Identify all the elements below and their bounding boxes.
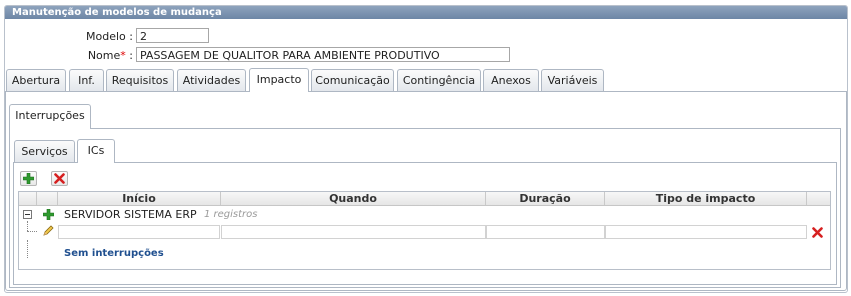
modelo-field[interactable]: 2 bbox=[136, 28, 209, 43]
tab-comunicacao[interactable]: Comunicação bbox=[311, 69, 394, 91]
tree-connector-2 bbox=[27, 240, 28, 258]
delete-x-icon bbox=[54, 173, 65, 184]
delete-row-icon[interactable] bbox=[812, 227, 823, 238]
group-row: SERVIDOR SISTEMA ERP 1 registros bbox=[19, 206, 830, 223]
cell-tipo-impacto[interactable] bbox=[605, 225, 807, 239]
window-frame: Manutenção de modelos de mudança Modelo … bbox=[4, 5, 848, 293]
delete-button[interactable] bbox=[51, 171, 68, 186]
collapse-toggle[interactable] bbox=[23, 210, 32, 219]
sem-interrupcoes-link[interactable]: Sem interrupções bbox=[64, 248, 164, 259]
main-tabs: Abertura Inf. Requisitos Atividades Impa… bbox=[5, 67, 847, 92]
tab-variaveis[interactable]: Variáveis bbox=[541, 69, 604, 91]
header-quando[interactable]: Quando bbox=[221, 192, 486, 205]
tab-atividades[interactable]: Atividades bbox=[177, 69, 246, 91]
window-title: Manutenção de modelos de mudança bbox=[5, 6, 847, 19]
header-extra-col bbox=[807, 192, 830, 205]
footer-row: Sem interrupções bbox=[19, 240, 830, 264]
required-marker: * bbox=[120, 49, 126, 62]
tab-anexos[interactable]: Anexos bbox=[483, 69, 539, 91]
tab-impacto[interactable]: Impacto bbox=[249, 68, 309, 92]
group-count: 1 registros bbox=[204, 209, 258, 220]
ics-grid: Início Quando Duração Tipo de impacto SE… bbox=[18, 191, 831, 270]
header-inicio[interactable]: Início bbox=[58, 192, 221, 205]
cell-quando[interactable] bbox=[221, 225, 486, 239]
nome-field[interactable]: PASSAGEM DE QUALITOR PARA AMBIENTE PRODU… bbox=[136, 47, 510, 62]
impacto-panel: Interrupções Serviços ICs Início Quando … bbox=[5, 91, 847, 291]
cell-duracao[interactable] bbox=[486, 225, 605, 239]
grid-header: Início Quando Duração Tipo de impacto bbox=[19, 192, 830, 206]
add-row-icon[interactable] bbox=[43, 209, 54, 220]
tree-connector bbox=[27, 221, 28, 231]
nome-label-colon: : bbox=[129, 49, 133, 62]
interrupcoes-panel: Serviços ICs Início Quando Duração Tipo … bbox=[9, 128, 841, 288]
header-duracao[interactable]: Duração bbox=[486, 192, 605, 205]
header-expand-col bbox=[19, 192, 37, 205]
tab-abertura[interactable]: Abertura bbox=[6, 69, 66, 91]
nome-label: Nome* : bbox=[45, 49, 133, 62]
add-button[interactable] bbox=[20, 171, 37, 186]
table-row[interactable] bbox=[19, 221, 830, 240]
minus-icon bbox=[25, 214, 30, 215]
tab-inf[interactable]: Inf. bbox=[69, 69, 104, 91]
modelo-label: Modelo : bbox=[86, 30, 133, 43]
tab-servicos[interactable]: Serviços bbox=[14, 140, 75, 162]
model-form: Modelo : 2 Nome* : PASSAGEM DE QUALITOR … bbox=[5, 19, 847, 67]
plus-icon bbox=[23, 173, 34, 184]
tab-requisitos[interactable]: Requisitos bbox=[106, 69, 174, 91]
group-label: SERVIDOR SISTEMA ERP bbox=[64, 208, 197, 221]
nome-label-text: Nome bbox=[87, 49, 121, 62]
header-tipo-impacto[interactable]: Tipo de impacto bbox=[605, 192, 807, 205]
header-action-col bbox=[37, 192, 58, 205]
tab-contingencia[interactable]: Contingência bbox=[397, 69, 481, 91]
tab-interrupcoes[interactable]: Interrupções bbox=[9, 104, 91, 129]
tab-ics[interactable]: ICs bbox=[77, 139, 115, 163]
ics-panel: Início Quando Duração Tipo de impacto SE… bbox=[13, 162, 837, 285]
cell-inicio[interactable] bbox=[58, 225, 220, 239]
edit-pencil-icon[interactable] bbox=[42, 224, 55, 237]
tree-branch bbox=[27, 231, 37, 232]
